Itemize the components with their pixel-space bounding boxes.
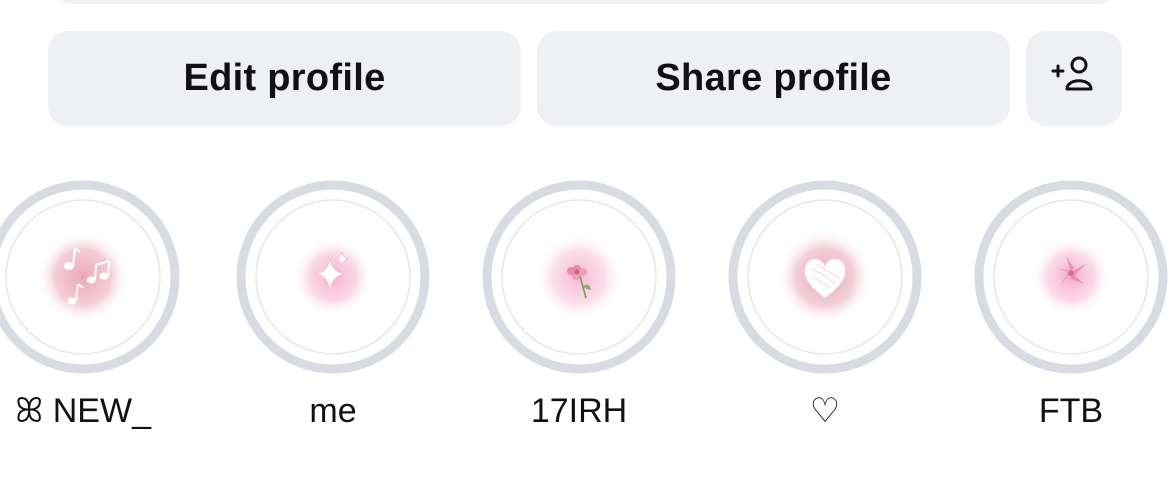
highlight-item[interactable]: me bbox=[236, 180, 430, 431]
profile-info-bar bbox=[56, 0, 1114, 4]
person-add-icon bbox=[1050, 54, 1098, 104]
highlight-item[interactable]: ♡ bbox=[728, 180, 922, 431]
highlight-label: ꕤ NEW_ bbox=[15, 392, 151, 430]
highlight-cover[interactable] bbox=[236, 180, 430, 374]
highlight-label: me bbox=[309, 392, 357, 430]
share-profile-button[interactable]: Share profile bbox=[537, 31, 1010, 126]
highlight-item[interactable]: FTB bbox=[974, 180, 1168, 431]
highlight-cover[interactable] bbox=[0, 180, 180, 374]
highlight-cover[interactable] bbox=[974, 180, 1168, 374]
edit-profile-label: Edit profile bbox=[183, 57, 386, 99]
highlight-label: FTB bbox=[1038, 392, 1104, 430]
highlight-cover[interactable] bbox=[728, 180, 922, 374]
highlight-label: 17IRH bbox=[530, 392, 628, 430]
highlight-item[interactable]: 17IRH bbox=[482, 180, 676, 431]
share-profile-label: Share profile bbox=[655, 57, 892, 99]
highlight-item[interactable]: ꕤ NEW_ bbox=[0, 180, 180, 431]
edit-profile-button[interactable]: Edit profile bbox=[48, 31, 521, 126]
highlight-label: ♡ bbox=[809, 392, 841, 430]
add-friend-button[interactable] bbox=[1026, 31, 1122, 126]
highlight-cover[interactable] bbox=[482, 180, 676, 374]
